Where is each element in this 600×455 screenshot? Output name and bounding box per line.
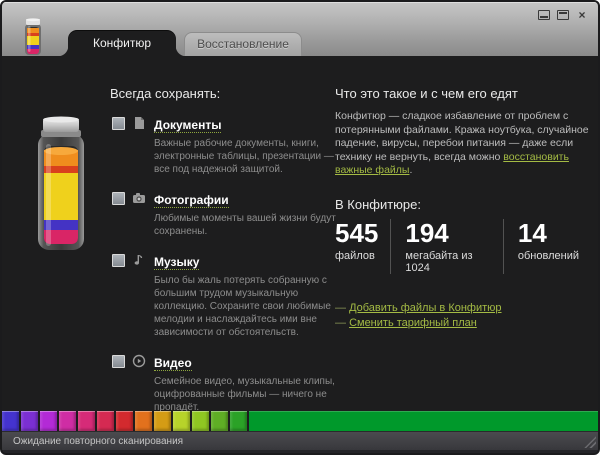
video-link[interactable]: Видео bbox=[154, 356, 192, 371]
stripe-green-bar bbox=[249, 411, 598, 431]
save-item-documents: Документы Важные рабочие документы, книг… bbox=[110, 116, 325, 176]
stripe-segment bbox=[59, 411, 76, 431]
maximize-icon bbox=[557, 10, 569, 20]
intro-paragraph: Конфитюр — сладкое избавление от проблем… bbox=[335, 110, 593, 178]
stripe-segment bbox=[192, 411, 209, 431]
stat-files: 545 файлов bbox=[335, 219, 390, 274]
tab-konfitur[interactable]: Конфитюр bbox=[68, 31, 176, 56]
window-bottom-edge bbox=[2, 450, 598, 453]
photos-link[interactable]: Фотографии bbox=[154, 193, 229, 208]
updates-count: 14 bbox=[518, 219, 579, 247]
files-label: файлов bbox=[335, 250, 378, 262]
minimize-button[interactable] bbox=[538, 10, 550, 20]
photos-checkbox[interactable] bbox=[112, 192, 125, 205]
dash-prefix: — bbox=[335, 317, 346, 329]
video-checkbox[interactable] bbox=[112, 355, 125, 368]
jar-logo-icon bbox=[22, 18, 44, 56]
intro-text-end: . bbox=[409, 164, 412, 176]
video-play-icon bbox=[132, 354, 146, 368]
window-controls: × bbox=[538, 10, 588, 20]
stripe-segment bbox=[78, 411, 95, 431]
stripe-segment bbox=[2, 411, 19, 431]
add-files-link[interactable]: Добавить файлы в Конфитюр bbox=[349, 302, 501, 314]
music-note-icon bbox=[132, 253, 146, 267]
change-plan-line: — Сменить тарифный план bbox=[335, 316, 593, 331]
status-text: Ожидание повторного сканирования bbox=[13, 436, 183, 447]
stats-row: 545 файлов 194 мегабайта из 1024 14 обно… bbox=[335, 219, 593, 274]
stats-heading: В Конфитюре: bbox=[335, 197, 593, 212]
dash-prefix: — bbox=[335, 302, 346, 314]
status-bar: Ожидание повторного сканирования bbox=[2, 431, 598, 450]
stat-updates: 14 обновлений bbox=[503, 219, 593, 274]
files-count: 545 bbox=[335, 219, 378, 247]
maximize-button[interactable] bbox=[557, 10, 569, 20]
music-description: Было бы жаль потерять собранную с больши… bbox=[154, 274, 346, 339]
stripe-segment bbox=[173, 411, 190, 431]
stripe-segment bbox=[211, 411, 228, 431]
resize-grip-icon[interactable] bbox=[582, 434, 596, 448]
save-item-photos: Фотографии Любимые моменты вашей жизни б… bbox=[110, 191, 325, 238]
info-heading: Что это такое и с чем его едят bbox=[335, 86, 593, 101]
always-save-heading: Всегда сохранять: bbox=[110, 86, 325, 101]
stripe-segment bbox=[154, 411, 171, 431]
change-plan-link[interactable]: Сменить тарифный план bbox=[349, 317, 477, 329]
documents-checkbox[interactable] bbox=[112, 117, 125, 130]
stripe-segment bbox=[230, 411, 247, 431]
megabytes-count: 194 bbox=[405, 219, 489, 247]
tab-vosstanovlenie[interactable]: Восстановление bbox=[184, 32, 302, 56]
stat-megabytes: 194 мегабайта из 1024 bbox=[390, 219, 503, 274]
camera-icon bbox=[132, 191, 146, 205]
action-links: — Добавить файлы в Конфитюр — Сменить та… bbox=[335, 301, 593, 331]
stripe-segment bbox=[40, 411, 57, 431]
stripe-segment bbox=[135, 411, 152, 431]
music-checkbox[interactable] bbox=[112, 254, 125, 267]
close-icon: × bbox=[578, 8, 585, 22]
megabytes-label: мегабайта из 1024 bbox=[405, 250, 489, 274]
jar-illustration bbox=[29, 116, 93, 254]
always-save-section: Всегда сохранять: Документы Важные рабоч… bbox=[110, 86, 325, 429]
add-files-line: — Добавить файлы в Конфитюр bbox=[335, 301, 593, 316]
minimize-icon bbox=[538, 10, 550, 20]
document-icon bbox=[132, 116, 146, 130]
stripe-segment bbox=[97, 411, 114, 431]
close-button[interactable]: × bbox=[576, 10, 588, 20]
app-window: Всегда сохранять: Документы Важные рабоч… bbox=[0, 0, 600, 455]
video-description: Семейное видео, музыкальные клипы, оцифр… bbox=[154, 375, 346, 414]
documents-description: Важные рабочие документы, книги, электро… bbox=[154, 137, 346, 176]
info-section: Что это такое и с чем его едят Конфитюр … bbox=[335, 86, 593, 331]
music-link[interactable]: Музыку bbox=[154, 255, 199, 270]
title-bar: × Конфитюр Восстановление bbox=[2, 2, 598, 56]
stripe-segment bbox=[21, 411, 38, 431]
documents-link[interactable]: Документы bbox=[154, 118, 221, 133]
save-item-music: Музыку Было бы жаль потерять собранную с… bbox=[110, 253, 325, 339]
stripe-segment bbox=[116, 411, 133, 431]
color-stripe bbox=[2, 411, 598, 431]
updates-label: обновлений bbox=[518, 250, 579, 262]
photos-description: Любимые моменты вашей жизни будут сохран… bbox=[154, 212, 346, 238]
save-item-video: Видео Семейное видео, музыкальные клипы,… bbox=[110, 354, 325, 414]
